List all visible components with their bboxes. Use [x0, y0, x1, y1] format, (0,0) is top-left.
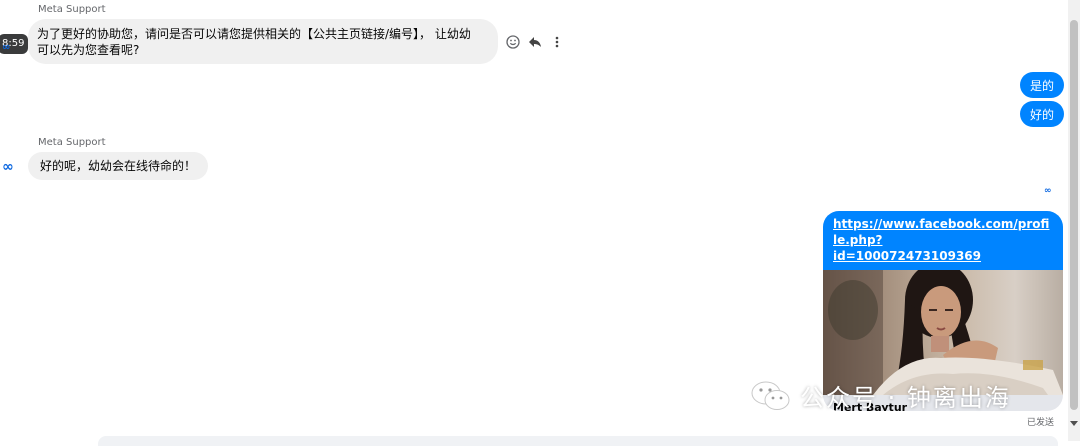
profile-photo-preview[interactable] [823, 270, 1063, 395]
meta-logo-icon: ∞ [2, 159, 14, 175]
profile-link[interactable]: https://www.facebook.com/profile.php? [833, 216, 1053, 248]
link-url-block[interactable]: https://www.facebook.com/profile.php? id… [823, 211, 1063, 270]
sender-name: Meta Support [38, 4, 106, 15]
scroll-down-arrow-icon[interactable] [1070, 421, 1078, 426]
message-bubble[interactable]: 好的呢，幼幼会在线待命的！ [28, 152, 209, 180]
meta-logo-icon: ∞ [2, 42, 11, 53]
composer-edge[interactable] [98, 436, 1058, 446]
message-bubble[interactable]: 好的 [1020, 101, 1065, 127]
watermark: 公众号 · 钟离出海 [750, 378, 1011, 413]
profile-link[interactable]: id=100072473109369 [833, 248, 1053, 264]
portrait-illustration [823, 270, 1063, 395]
sender-name: Meta Support [38, 137, 106, 148]
sent-status: 已发送 [1027, 418, 1055, 428]
react-emoji-icon[interactable] [504, 33, 522, 51]
message-bubble[interactable]: 是的 [1020, 72, 1065, 98]
reply-icon[interactable] [526, 33, 544, 51]
message-text: 可以先为您查看呢? [37, 43, 140, 57]
more-options-icon[interactable] [548, 33, 566, 51]
wechat-icon [751, 381, 790, 410]
scrollbar-track[interactable] [1068, 0, 1080, 441]
message-text: 为了更好的协助您，请问是否可以请您提供相关的【公共主页链接/编号】， 让幼幼 [37, 27, 471, 41]
seen-indicator-icon: ∞ [1044, 186, 1052, 196]
watermark-text: 公众号 · 钟离出海 [800, 384, 1011, 412]
scrollbar-thumb[interactable] [1070, 20, 1078, 410]
message-bubble[interactable]: 为了更好的协助您，请问是否可以请您提供相关的【公共主页链接/编号】， 让幼幼 可… [28, 19, 498, 64]
